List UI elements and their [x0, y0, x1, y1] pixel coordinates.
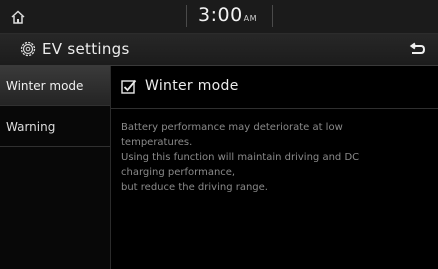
title-bar: EV settings [0, 34, 438, 66]
winter-mode-label: Winter mode [145, 78, 239, 94]
description-line: Battery performance may deteriorate at l… [121, 122, 343, 133]
checkbox-checked-icon[interactable] [121, 79, 137, 95]
description-line: temperatures. [121, 137, 193, 148]
ev-settings-screen: 3:00AM EV settings Winter mode Warning W… [0, 0, 438, 269]
page-title: EV settings [42, 40, 130, 58]
clock-time: 3:00 [198, 4, 243, 26]
status-bar: 3:00AM [0, 0, 438, 34]
description-line: Using this function will maintain drivin… [121, 152, 360, 163]
tab-label: Warning [6, 119, 56, 134]
description-line: but reduce the driving range. [121, 182, 268, 193]
settings-tab-list: Winter mode Warning [0, 66, 111, 269]
clock-ampm: AM [243, 14, 258, 23]
home-icon [11, 9, 25, 24]
winter-mode-option[interactable]: Winter mode [111, 66, 438, 109]
gear-icon [20, 41, 36, 57]
home-button[interactable] [0, 0, 36, 33]
description-line: charging performance, [121, 167, 236, 178]
status-divider-right [272, 5, 273, 27]
clock: 3:00AM [198, 4, 257, 26]
tab-warning[interactable]: Warning [0, 107, 110, 147]
settings-content: Winter mode Battery performance may dete… [111, 66, 438, 269]
back-arrow-icon [409, 42, 426, 54]
tab-label: Winter mode [6, 78, 84, 93]
winter-mode-description: Battery performance may deteriorate at l… [121, 120, 426, 195]
status-divider-left [186, 5, 187, 27]
back-button[interactable] [402, 37, 432, 63]
tab-winter-mode[interactable]: Winter mode [0, 66, 110, 106]
